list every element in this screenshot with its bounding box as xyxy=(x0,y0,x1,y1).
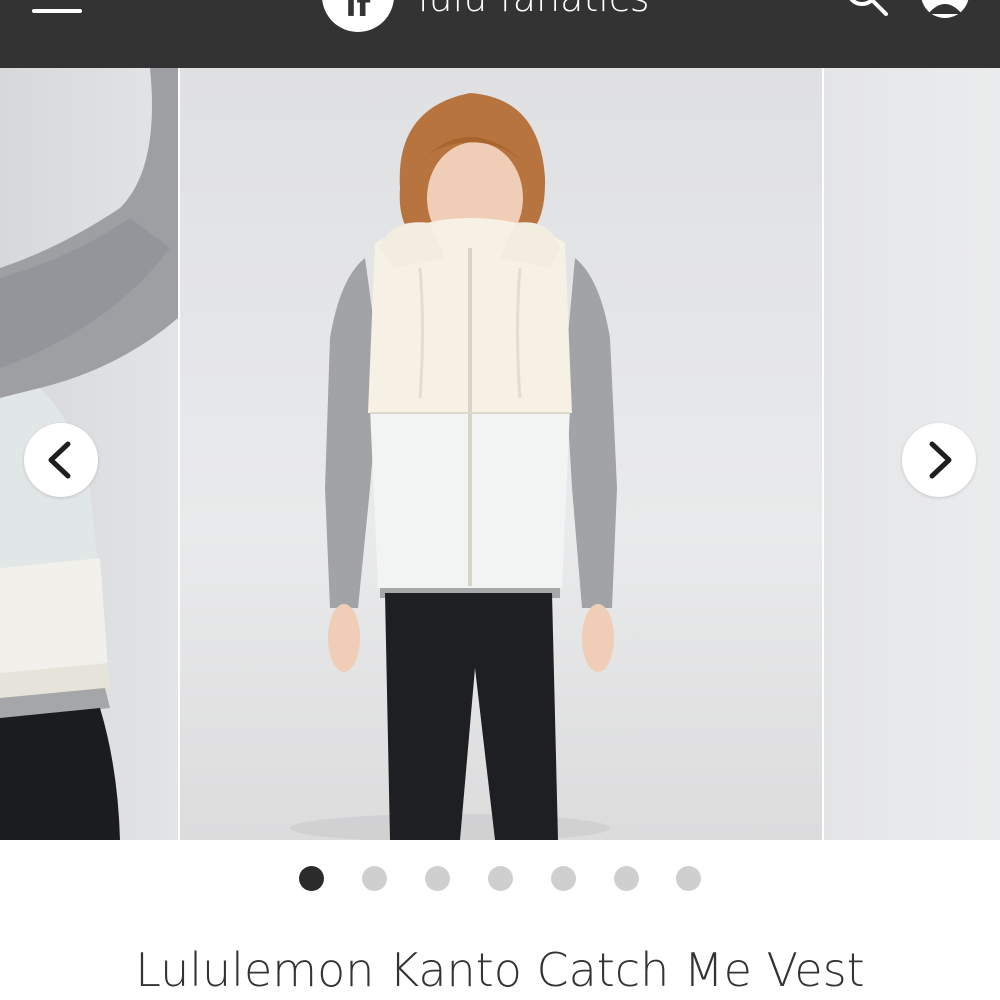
chevron-left-icon xyxy=(48,441,71,479)
logo-text: lf xyxy=(345,0,371,24)
carousel-dot-7[interactable] xyxy=(676,866,701,891)
carousel-dot-5[interactable] xyxy=(551,866,576,891)
carousel-dot-3[interactable] xyxy=(425,866,450,891)
brand-name: lulu fanatics xyxy=(418,0,650,18)
chevron-right-icon xyxy=(929,441,952,479)
carousel-next-button[interactable] xyxy=(902,423,976,497)
carousel-prev-button[interactable] xyxy=(24,423,98,497)
app-header: lf lulu fanatics xyxy=(0,0,1000,68)
product-title: Lululemon Kanto Catch Me Vest xyxy=(135,943,865,997)
profile-icon[interactable] xyxy=(918,0,972,22)
carousel-pagination xyxy=(0,866,1000,892)
carousel-dot-1[interactable] xyxy=(299,866,324,891)
product-image-carousel[interactable] xyxy=(0,68,1000,840)
menu-icon[interactable] xyxy=(32,0,84,20)
carousel-dot-6[interactable] xyxy=(614,866,639,891)
carousel-dot-4[interactable] xyxy=(488,866,513,891)
logo[interactable]: lf xyxy=(322,0,394,32)
carousel-dot-2[interactable] xyxy=(362,866,387,891)
carousel-slide-main xyxy=(180,68,822,840)
search-icon[interactable] xyxy=(846,0,892,22)
